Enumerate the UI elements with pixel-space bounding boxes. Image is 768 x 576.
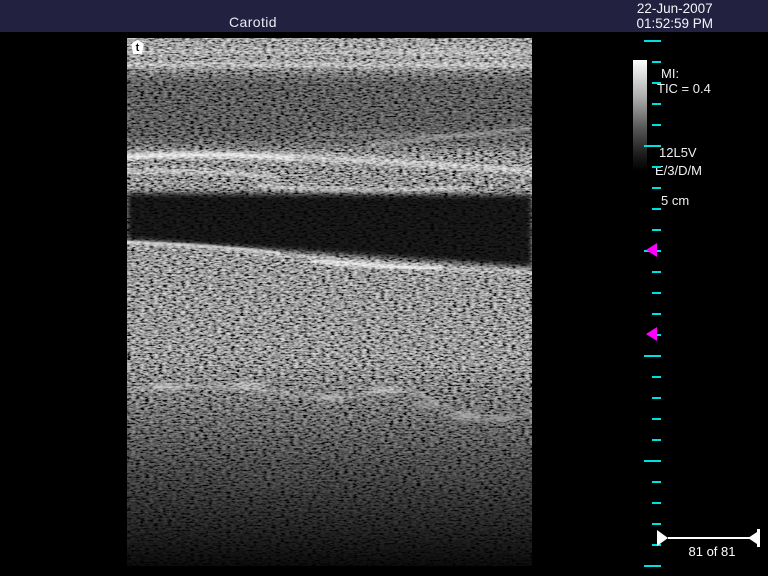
ultrasound-canvas[interactable] [127,38,532,566]
ultrasound-screen: Carotid 22-Jun-2007 01:52:59 PM [0,0,768,576]
ruler-tick [652,523,661,525]
ruler-tick [652,187,661,189]
datetime: 22-Jun-2007 01:52:59 PM [636,1,713,31]
depth-label: 5 cm [661,193,689,208]
ruler-tick [652,439,661,441]
ruler-tick [652,271,661,273]
ruler-tick [644,460,661,462]
ruler-tick [652,229,661,231]
ruler-tick [652,61,661,63]
ruler-tick [652,208,661,210]
focal-zone-marker-icon[interactable] [646,243,657,257]
orientation-marker-icon: t [130,39,145,55]
ruler-tick [644,40,661,42]
ruler-tick [652,103,661,105]
orientation-glyph: t [136,42,140,54]
exam-type-title: Carotid [229,14,277,30]
transducer-label: 12L5V [659,145,697,160]
frame-counter: 81 of 81 [662,544,762,559]
ruler-tick [652,418,661,420]
mi-label: MI: [661,66,679,81]
ruler-tick [652,334,661,336]
tic-value: TIC = 0.4 [657,81,711,96]
focal-zone-marker-icon[interactable] [646,327,657,341]
ruler-tick [652,376,661,378]
ruler-tick [644,250,661,252]
ruler-tick [652,124,661,126]
preset-mode-label: E/3/D/M [655,163,702,178]
title-bar: Carotid 22-Jun-2007 01:52:59 PM [0,0,768,32]
cine-track[interactable] [668,537,753,539]
ruler-tick [644,565,661,567]
ruler-tick [652,502,661,504]
grayscale-bar [633,60,647,171]
ruler-tick [652,313,661,315]
date-text: 22-Jun-2007 [636,1,713,16]
ultrasound-image[interactable]: t [127,38,532,566]
ruler-tick [652,397,661,399]
cine-end-arrow-icon[interactable] [748,532,757,544]
time-text: 01:52:59 PM [636,16,713,31]
ruler-tick [652,292,661,294]
ruler-tick [652,481,661,483]
ruler-tick [644,355,661,357]
